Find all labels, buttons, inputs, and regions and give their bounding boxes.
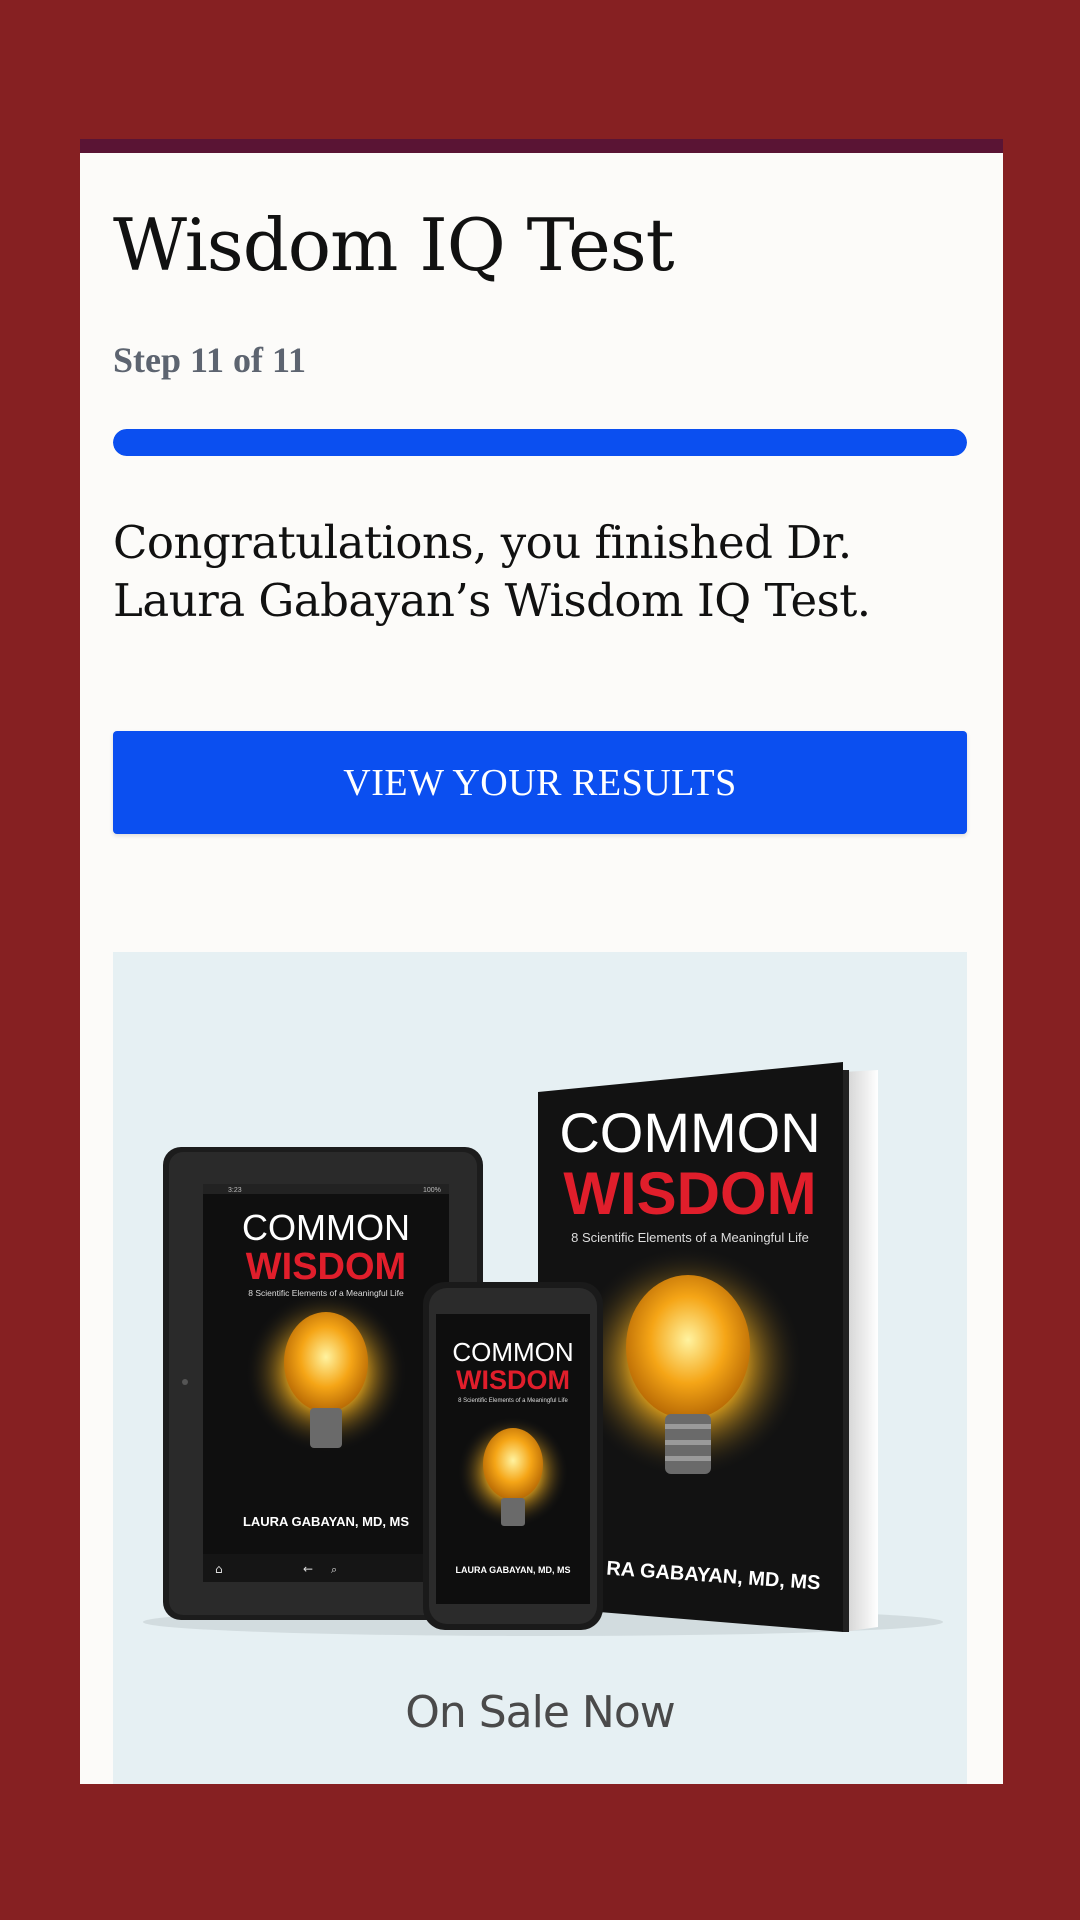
smartphone-device-icon: COMMON WISDOM 8 Scientific Elements of a… [423,1282,603,1630]
svg-text:WISDOM: WISDOM [246,1246,406,1288]
svg-text:COMMON: COMMON [559,1101,820,1164]
quiz-title: Wisdom IQ Test [113,203,675,287]
svg-text:LAURA GABAYAN, MD, MS: LAURA GABAYAN, MD, MS [455,1565,570,1575]
completion-message: Congratulations, you finished Dr. Laura … [113,516,871,627]
svg-text:WISDOM: WISDOM [456,1365,570,1395]
svg-text:COMMON: COMMON [242,1207,410,1248]
svg-text:←: ← [303,1562,313,1576]
book-promo-image: COMMON WISDOM 8 Scientific Elements of a… [143,1062,943,1636]
svg-text:COMMON: COMMON [452,1337,573,1367]
svg-text:LAURA GABAYAN, MD, MS: LAURA GABAYAN, MD, MS [243,1514,409,1529]
svg-text:⌂: ⌂ [215,1562,223,1576]
svg-text:WISDOM: WISDOM [563,1160,816,1227]
card-top-accent-bar [80,139,1003,153]
svg-text:8 Scientific Elements of a Mea: 8 Scientific Elements of a Meaningful Li… [248,1288,404,1298]
svg-text:⌕: ⌕ [331,1563,337,1576]
page: Wisdom IQ Test Step 11 of 11 Congratulat… [0,0,1080,1920]
quiz-card: Wisdom IQ Test Step 11 of 11 Congratulat… [80,139,1003,1784]
step-indicator: Step 11 of 11 [113,340,307,380]
svg-text:100%: 100% [423,1187,441,1194]
on-sale-caption: On Sale Now [405,1687,676,1738]
svg-text:3:23: 3:23 [228,1187,242,1194]
svg-text:8 Scientific Elements of a Mea: 8 Scientific Elements of a Meaningful Li… [458,1398,568,1404]
view-results-button[interactable]: VIEW YOUR RESULTS [113,731,967,834]
progress-bar-fill [113,429,967,456]
progress-bar [113,429,967,456]
book-promo-banner[interactable]: COMMON WISDOM 8 Scientific Elements of a… [113,952,967,1784]
svg-text:8 Scientific Elements of a Mea: 8 Scientific Elements of a Meaningful Li… [571,1230,809,1245]
